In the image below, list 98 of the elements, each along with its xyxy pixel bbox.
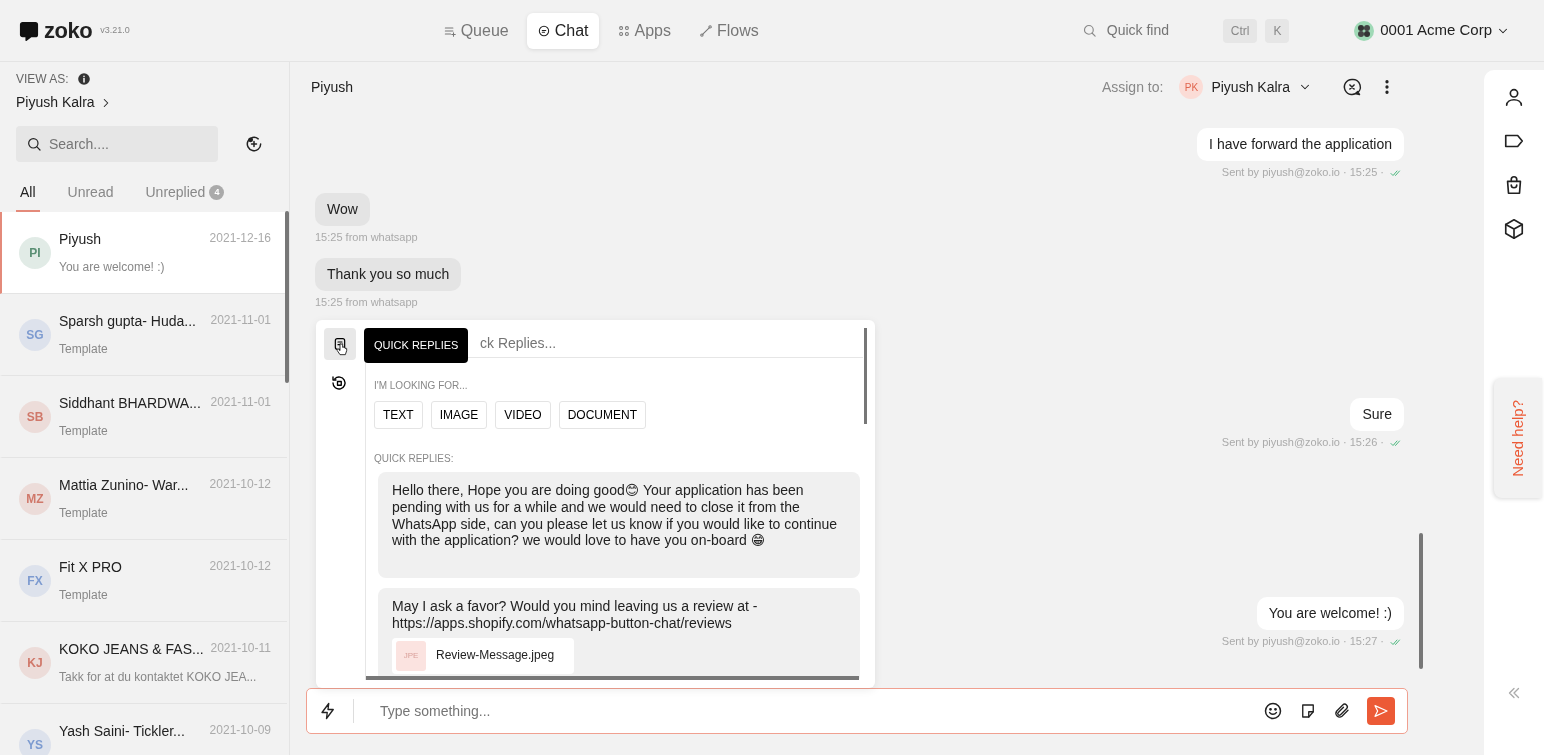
scrollbar-thumb[interactable] [285, 211, 289, 383]
message-preview: Template [59, 423, 109, 440]
section-label: QUICK REPLIES: [374, 452, 455, 466]
chat-list-item[interactable]: MZ Mattia Zunino- War... 2021-10-12 Template [0, 458, 287, 540]
message-bubble: Wow [315, 193, 370, 226]
filter-chip[interactable]: VIDEO [495, 401, 551, 429]
message-preview: You are welcome! :) [59, 259, 166, 276]
version-label: v3.21.0 [100, 23, 130, 37]
search-field[interactable]: Search.... [16, 126, 218, 162]
nav-tab[interactable]: Apps [606, 12, 681, 49]
message-meta: Sent by piyush@zoko.io · 15:26 · [1221, 435, 1384, 449]
filter-chip[interactable]: TEXT [374, 401, 423, 429]
paperclip-icon[interactable] [1333, 702, 1351, 720]
message-bubble: Sure [1350, 397, 1404, 431]
contact-name: Sparsh gupta- Huda... [59, 312, 196, 331]
filter-chip[interactable]: DOCUMENT [558, 401, 646, 429]
contact-name: Yash Saini- Tickler... [59, 722, 185, 741]
chat-list-item[interactable]: PI Piyush 2021-12-16 You are welcome! :) [0, 212, 287, 294]
message-meta: 15:25 from whatsapp [315, 295, 418, 309]
avatar: PI [19, 236, 51, 269]
chat-date: 2021-10-11 [210, 640, 271, 657]
quick-replies-button[interactable] [324, 328, 356, 360]
contact-name: Siddhant BHARDWA... [59, 394, 201, 413]
attachment-chip[interactable]: JPE Review-Message.jpeg [392, 637, 575, 674]
avatar: FX [19, 564, 51, 597]
send-icon [1373, 702, 1389, 720]
file-name: Review-Message.jpeg [436, 648, 555, 663]
message-meta: Sent by piyush@zoko.io · 15:25 · [1221, 165, 1384, 179]
message-bubble: Thank you so much [315, 257, 462, 291]
scrollbar-thumb[interactable] [1419, 533, 1423, 669]
message-preview: Template [59, 587, 109, 604]
message-preview: Takk for at du kontaktet KOKO JEA... [59, 669, 258, 686]
contact-name: Mattia Zunino- War... [59, 476, 189, 495]
avatar: SB [19, 400, 51, 433]
logo-text: zoko [44, 17, 93, 45]
chat-date: 2021-10-09 [209, 722, 271, 739]
chat-date: 2021-11-01 [210, 394, 271, 411]
quick-find-field[interactable]: Quick find [1104, 19, 1215, 42]
contact-name: Fit X PRO [59, 558, 122, 577]
contact-name: KOKO JEANS & FAS... [59, 640, 204, 659]
cube-icon[interactable] [1503, 218, 1525, 240]
contact-name: Piyush [59, 230, 102, 249]
emoji-icon[interactable] [1263, 701, 1283, 721]
filter-chip[interactable]: IMAGE [430, 401, 488, 429]
lightning-icon[interactable] [319, 702, 337, 720]
nav-tab[interactable]: Queue [432, 12, 519, 49]
avatar: SG [19, 318, 51, 351]
chat-list-item[interactable]: YS Yash Saini- Tickler... 2021-10-09 [0, 704, 287, 755]
view-as-label: VIEW AS: [16, 71, 69, 88]
chat-list-item[interactable]: FX Fit X PRO 2021-10-12 Template [0, 540, 287, 622]
apps-icon [616, 23, 631, 38]
chat-icon [536, 23, 551, 38]
avatar: YS [19, 728, 51, 755]
search-icon [26, 136, 42, 152]
chat-date: 2021-10-12 [209, 476, 271, 493]
info-icon [76, 72, 91, 86]
account-logo-icon [1352, 18, 1377, 43]
chat-date: 2021-12-16 [209, 230, 271, 247]
count-badge: 4 [209, 185, 225, 200]
quick-reply-text: May I ask a favor? Would you mind leaving us a review at - https://apps.shopify.com/whatsapp-button-chat/reviews [392, 598, 759, 632]
scrollbar-thumb[interactable] [864, 328, 867, 424]
view-as-user[interactable]: Piyush Kalra [16, 92, 95, 113]
avatar: MZ [19, 482, 51, 515]
message-preview: Template [59, 341, 109, 358]
message-meta: Sent by piyush@zoko.io · 15:27 · [1221, 634, 1384, 648]
account-name[interactable]: 0001 Acme Corp [1380, 19, 1492, 42]
assignee-name[interactable]: Piyush Kalra [1211, 76, 1290, 98]
message-bubble: I have forward the application [1197, 128, 1404, 161]
person-icon[interactable] [1503, 86, 1525, 108]
chat-title: Piyush [311, 77, 354, 97]
new-chat-icon[interactable] [244, 134, 264, 154]
message-icon [332, 336, 348, 352]
flows-icon [698, 23, 713, 38]
chat-date: 2021-11-01 [210, 312, 271, 329]
quick-reply-text: Hello there, Hope you are doing good😊 Your application has been pending with us for a while and we would need to close it from the WhatsApp side, can you please let us know if you would like to continue with the application? we would love to have you on-board 😁 [392, 482, 839, 551]
sticker-icon[interactable] [1299, 702, 1317, 720]
assignee-avatar: PK [1179, 75, 1204, 99]
chat-date: 2021-10-12 [209, 558, 271, 575]
message-preview: Template [59, 505, 109, 522]
nav-tab[interactable]: Chat [526, 12, 599, 49]
chat-list-item[interactable]: SB Siddhant BHARDWA... 2021-11-01 Template [0, 376, 287, 458]
tooltip: QUICK REPLIES [364, 328, 469, 363]
avatar: KJ [19, 646, 51, 679]
scrollbar-thumb[interactable] [366, 676, 859, 680]
message-bubble: You are welcome! :) [1256, 596, 1404, 630]
close-chat-icon[interactable] [1342, 77, 1362, 97]
file-type-badge: JPE [396, 640, 426, 671]
key-hint: Ctrl [1222, 18, 1258, 43]
assign-label: Assign to: [1101, 77, 1164, 97]
nav-tab[interactable]: Flows [688, 12, 769, 49]
key-hint: K [1265, 18, 1290, 43]
chat-list-item[interactable]: KJ KOKO JEANS & FAS... 2021-10-11 Takk for at du kontaktet KOKO JEA... [0, 622, 287, 704]
search-icon [1081, 23, 1097, 38]
send-button[interactable] [1367, 697, 1395, 725]
message-meta: 15:25 from whatsapp [315, 230, 418, 244]
section-label: I'M LOOKING FOR... [374, 379, 469, 393]
message-composer[interactable]: Type something... [306, 688, 1408, 734]
history-icon[interactable] [330, 374, 348, 392]
